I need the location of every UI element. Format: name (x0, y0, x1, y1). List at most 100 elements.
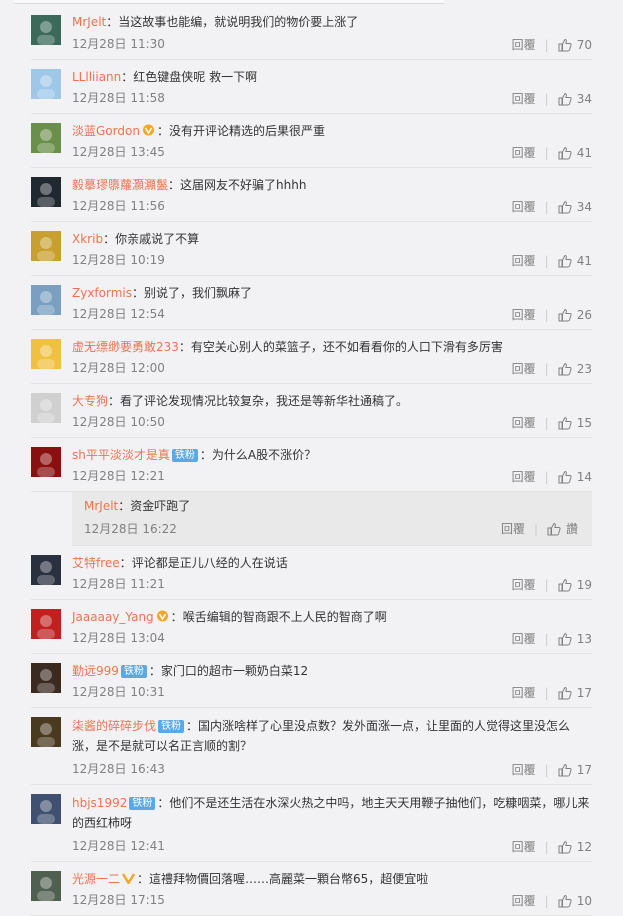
reply-button[interactable]: 回覆 (512, 761, 536, 778)
avatar[interactable] (31, 123, 61, 153)
user-name-link[interactable]: sh平平淡淡才是真 (72, 448, 170, 462)
comment-item: 虚无缥缈要勇敢233：有空关心别人的菜篮子，还不如看看你的人口下滑有多厉害 12月… (31, 330, 592, 384)
colon: ： (186, 719, 199, 733)
user-name-link[interactable]: hbjs1992 (72, 796, 127, 810)
fan-badge: 铁粉 (120, 665, 147, 678)
avatar[interactable] (31, 871, 61, 901)
comment-item: 毅摹璆隳蘿灝灦鬣：这届网友不好骗了hhhh 12月28日 11:56 回覆 | 34 (31, 168, 592, 222)
avatar[interactable] (31, 231, 61, 261)
comment-text: 你亲戚说了不算 (115, 232, 200, 246)
user-name-link[interactable]: Zyxformis (72, 286, 132, 300)
comment-text: 红色键盘侠呢 救一下啊 (133, 70, 258, 84)
reply-button[interactable]: 回覆 (512, 576, 536, 593)
like-icon[interactable] (558, 894, 572, 908)
comment-text: 评论都是正儿八经的人在说话 (131, 556, 288, 570)
reply-button[interactable]: 回覆 (512, 468, 536, 485)
user-name-link[interactable]: MrJelt (84, 499, 118, 513)
like-count: 17 (576, 685, 592, 700)
like-icon[interactable] (547, 522, 561, 536)
reply-button[interactable]: 回覆 (512, 36, 536, 53)
comment-actions: 回覆 | 15 (512, 414, 592, 431)
comment-time: 12月28日 10:19 (72, 253, 165, 267)
comment-item: Xkrib：你亲戚说了不算 12月28日 10:19 回覆 | 41 (31, 222, 592, 276)
like-icon[interactable] (558, 840, 572, 854)
user-name-link[interactable]: MrJelt (72, 15, 106, 29)
avatar[interactable] (31, 15, 61, 45)
like-count: 10 (576, 893, 592, 908)
like-icon[interactable] (558, 38, 572, 52)
like-icon[interactable] (558, 92, 572, 106)
like-count: 34 (576, 199, 592, 214)
reply-button[interactable]: 回覆 (512, 198, 536, 215)
like-icon[interactable] (558, 308, 572, 322)
like-icon[interactable] (558, 146, 572, 160)
avatar[interactable] (31, 339, 61, 369)
avatar[interactable] (31, 285, 61, 315)
user-name-link[interactable]: 大专狗 (72, 394, 108, 408)
comment-text: 家门口的超市一颗奶白菜12 (160, 664, 309, 678)
comment-text: 别说了，我们飘麻了 (144, 286, 253, 300)
user-name-link[interactable]: 淡蓝Gordon (72, 124, 140, 138)
reply-button[interactable]: 回覆 (512, 90, 536, 107)
user-name-link[interactable]: LLlliiann (72, 70, 121, 84)
colon: ： (121, 70, 134, 84)
comment-actions: 回覆 | 34 (512, 198, 592, 215)
like-icon[interactable] (558, 254, 572, 268)
reply-button[interactable]: 回覆 (512, 684, 536, 701)
comment-item: MrJelt：当这故事也能编，就说明我们的物价要上涨了 12月28日 11:30 回… (31, 6, 592, 60)
user-name-link[interactable]: 柒酱的碎碎步伐 (72, 719, 156, 733)
avatar[interactable] (31, 609, 61, 639)
colon: ： (119, 556, 132, 570)
colon: ： (156, 124, 169, 138)
avatar[interactable] (31, 717, 61, 747)
user-name-link[interactable]: Xkrib (72, 232, 103, 246)
avatar[interactable] (31, 69, 61, 99)
reply-button[interactable]: 回覆 (512, 414, 536, 431)
user-name-link[interactable]: 勤远999 (72, 664, 119, 678)
like-icon[interactable] (558, 200, 572, 214)
comment-item: Jaaaaay_Yang ：喉舌编辑的智商跟不上人民的智商了啊 12月28日 13:… (31, 600, 592, 654)
vip-icon (142, 123, 155, 136)
comment-text-line: 勤远999 铁粉 ：家门口的超市一颗奶白菜12 (72, 662, 592, 680)
comment-time: 12月28日 16:43 (72, 762, 165, 776)
reply-button[interactable]: 回覆 (512, 892, 536, 909)
avatar[interactable] (31, 555, 61, 585)
user-name-link[interactable]: 光源一二 (72, 872, 120, 886)
divider: | (544, 415, 549, 430)
like-icon[interactable] (558, 763, 572, 777)
like-icon[interactable] (558, 578, 572, 592)
like-count: 讚 (566, 522, 579, 536)
reply-button[interactable]: 回覆 (512, 252, 536, 269)
like-icon[interactable] (558, 686, 572, 700)
comment-text: 为什么A股不涨价？ (211, 448, 317, 462)
like-icon[interactable] (558, 470, 572, 484)
comment-item: Zyxformis：别说了，我们飘麻了 12月28日 12:54 回覆 | 26 (31, 276, 592, 330)
user-name-link[interactable]: 艾特free (72, 556, 120, 570)
reply-button[interactable]: 回覆 (512, 838, 536, 855)
user-name-link[interactable]: 虚无缥缈要勇敢233 (72, 340, 179, 354)
user-name-link[interactable]: 毅摹璆隳蘿灝灦鬣 (72, 178, 168, 192)
comment-actions: 回覆 | 41 (512, 252, 592, 269)
avatar[interactable] (31, 393, 61, 423)
reply-button[interactable]: 回覆 (501, 520, 525, 537)
comment-time: 12月28日 13:45 (72, 145, 165, 159)
reply-button[interactable]: 回覆 (512, 144, 536, 161)
divider: | (544, 37, 549, 52)
avatar[interactable] (31, 177, 61, 207)
comment-time: 12月28日 10:50 (72, 415, 165, 429)
comment-item: LLlliiann：红色键盘侠呢 救一下啊 12月28日 11:58 回覆 | 34 (31, 60, 592, 114)
comment-actions: 回覆 | 12 (512, 838, 592, 855)
reply-button[interactable]: 回覆 (512, 630, 536, 647)
avatar[interactable] (31, 663, 61, 693)
avatar[interactable] (31, 447, 61, 477)
reply-button[interactable]: 回覆 (512, 306, 536, 323)
comment-time: 12月28日 11:56 (72, 199, 165, 213)
comment-actions: 回覆 | 19 (512, 576, 592, 593)
like-icon[interactable] (558, 416, 572, 430)
user-name-link[interactable]: Jaaaaay_Yang (72, 610, 154, 624)
reply-button[interactable]: 回覆 (512, 360, 536, 377)
like-icon[interactable] (558, 362, 572, 376)
avatar[interactable] (31, 794, 61, 824)
comment-time: 12月28日 12:00 (72, 361, 165, 375)
like-icon[interactable] (558, 632, 572, 646)
